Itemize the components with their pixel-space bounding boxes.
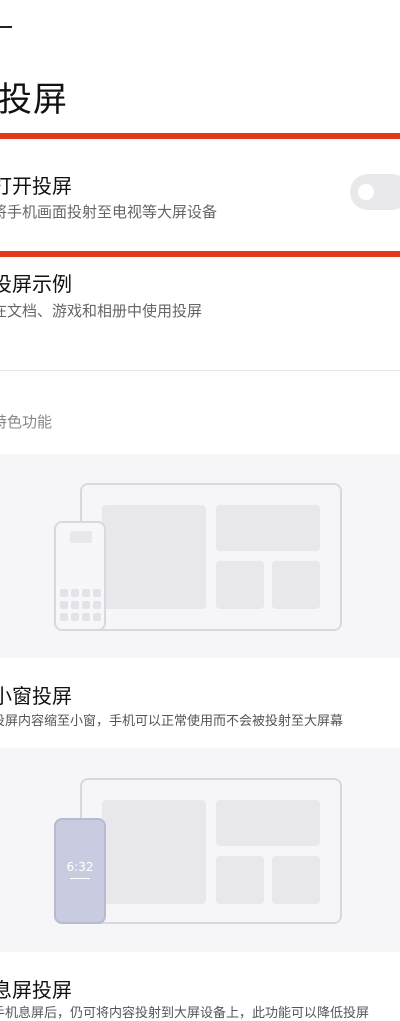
small-window-cast-desc: 投屏内容缩至小窗，手机可以正常使用而不会被投射至大屏幕 <box>0 714 344 729</box>
back-icon[interactable] <box>0 26 12 28</box>
open-cast-subtitle: 将手机画面投射至电视等大屏设备 <box>0 203 218 221</box>
highlight-line-top <box>0 133 400 139</box>
tv-screen-icon <box>80 778 342 924</box>
clock-underline <box>70 878 90 879</box>
open-cast-toggle[interactable] <box>350 174 400 210</box>
features-section-label: 特色功能 <box>0 413 53 431</box>
small-window-cast-illustration <box>0 454 400 658</box>
page-title: 投屏 <box>0 80 68 120</box>
cast-examples-title[interactable]: 投屏示例 <box>0 268 72 297</box>
screen-off-cast-desc: 手机息屏后，仍可将内容投射到大屏设备上，此功能可以降低投屏 <box>0 1006 370 1021</box>
phone-clock: 6:32 <box>66 860 94 874</box>
highlight-line-bottom <box>0 251 400 257</box>
open-cast-title[interactable]: 打开投屏 <box>0 170 72 199</box>
tv-screen-icon <box>80 483 342 631</box>
locked-phone-icon: 6:32 <box>54 818 106 924</box>
cast-examples-subtitle: 在文档、游戏和相册中使用投屏 <box>0 302 203 320</box>
screen-off-cast-title[interactable]: 息屏投屏 <box>0 974 72 1003</box>
divider <box>0 370 400 371</box>
phone-icon <box>54 521 106 631</box>
toggle-knob <box>358 184 374 200</box>
small-window-cast-title[interactable]: 小窗投屏 <box>0 680 72 709</box>
